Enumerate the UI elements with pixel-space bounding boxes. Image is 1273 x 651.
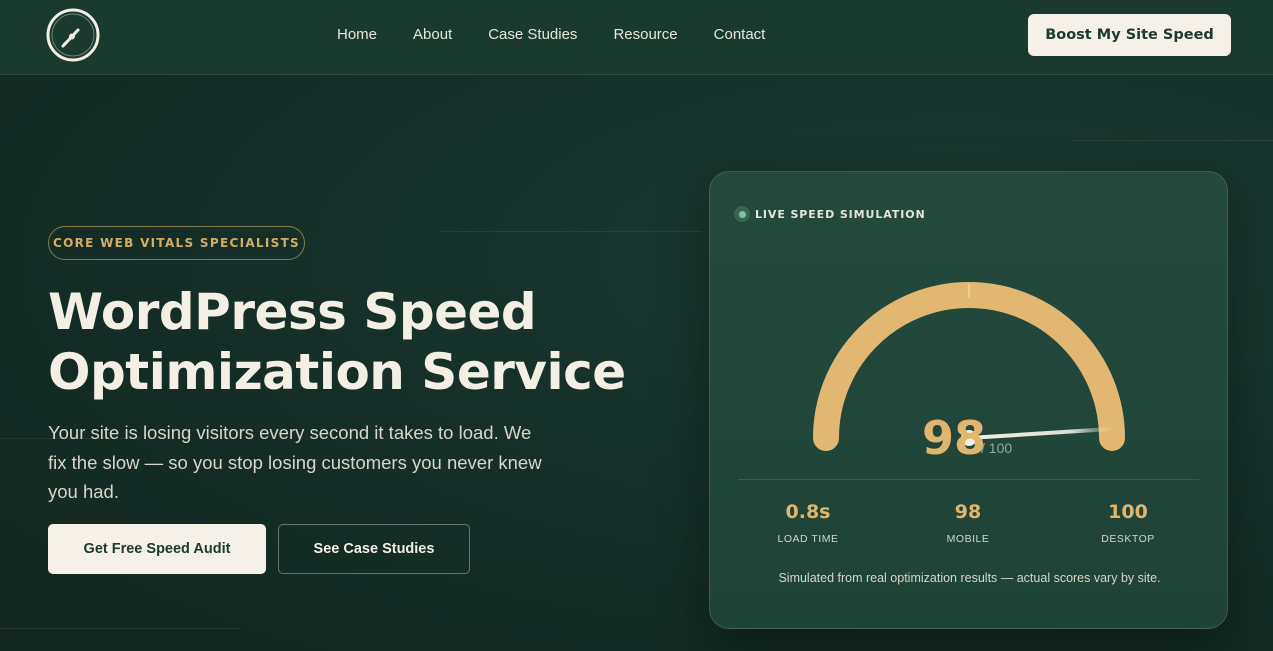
stat-label: DESKTOP bbox=[1101, 533, 1155, 545]
stat-mobile: 98 MOBILE bbox=[898, 499, 1038, 545]
stat-desktop: 100 DESKTOP bbox=[1058, 499, 1198, 545]
title-line-2: Optimization Service bbox=[48, 343, 626, 401]
page-title: WordPress Speed Optimization Service bbox=[48, 282, 668, 402]
nav-contact[interactable]: Contact bbox=[714, 25, 766, 45]
hero-subtitle: Your site is losing visitors every secon… bbox=[48, 422, 542, 502]
decor-line bbox=[440, 231, 702, 232]
specialists-badge: CORE WEB VITALS SPECIALISTS bbox=[48, 226, 305, 260]
stat-load-time: 0.8s LOAD TIME bbox=[738, 499, 878, 545]
speed-simulation-card: LIVE SPEED SIMULATION 98 / 100 0.8s LOAD… bbox=[709, 171, 1228, 629]
speed-score-max: / 100 bbox=[981, 440, 1013, 456]
decor-line bbox=[1070, 140, 1273, 141]
stat-label: LOAD TIME bbox=[777, 533, 839, 545]
nav-home[interactable]: Home bbox=[337, 25, 377, 45]
gauge-needle bbox=[967, 426, 1117, 440]
logo-link[interactable] bbox=[46, 8, 100, 62]
speedometer-logo-icon bbox=[46, 8, 100, 62]
speed-gauge bbox=[813, 282, 1125, 451]
site-header: Home About Case Studies Resource Contact… bbox=[0, 0, 1273, 75]
card-divider bbox=[738, 479, 1199, 480]
case-studies-button[interactable]: See Case Studies bbox=[278, 524, 470, 574]
stat-value: 98 bbox=[954, 501, 982, 523]
boost-speed-button[interactable]: Boost My Site Speed bbox=[1028, 14, 1231, 56]
stat-label: MOBILE bbox=[946, 533, 990, 545]
simulation-note: Simulated from real optimization results… bbox=[778, 571, 1161, 585]
free-audit-button[interactable]: Get Free Speed Audit bbox=[48, 524, 266, 574]
stat-value: 100 bbox=[1108, 501, 1148, 523]
main-nav: Home About Case Studies Resource Contact bbox=[337, 25, 765, 45]
nav-case-studies[interactable]: Case Studies bbox=[488, 25, 577, 45]
speed-score: 98 bbox=[922, 411, 987, 465]
title-line-1: WordPress Speed bbox=[48, 283, 537, 341]
stat-value: 0.8s bbox=[785, 501, 831, 523]
nav-about[interactable]: About bbox=[413, 25, 452, 45]
decor-line bbox=[0, 628, 240, 629]
nav-resource[interactable]: Resource bbox=[613, 25, 677, 45]
